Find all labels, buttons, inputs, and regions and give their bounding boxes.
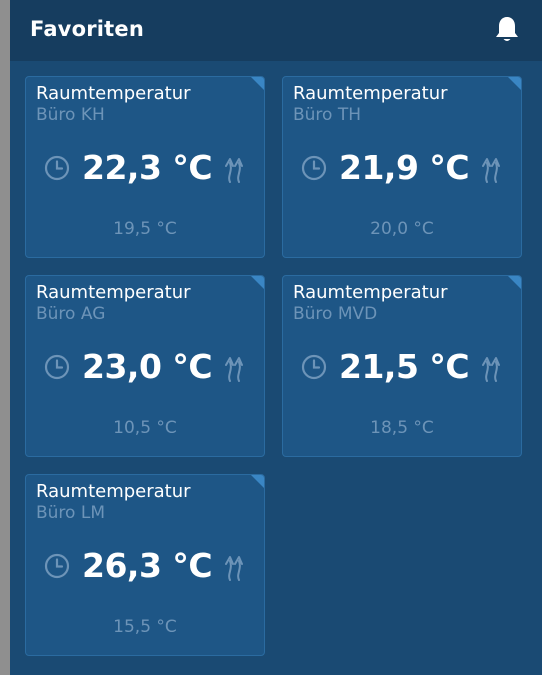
setpoint-temperature: 10,5 °C <box>113 418 177 438</box>
clock-icon <box>301 155 327 181</box>
tile-corner-marker <box>250 475 264 489</box>
tile-corner-marker <box>250 276 264 290</box>
current-temperature: 21,5 °C <box>339 347 470 386</box>
heating-arrows-icon <box>482 357 500 382</box>
favorites-panel: Favoriten Raumtemperatur Büro KH 22,3 °C… <box>10 0 542 675</box>
setpoint-temperature: 19,5 °C <box>113 219 177 239</box>
current-temperature: 26,3 °C <box>82 546 213 585</box>
heating-arrows-icon <box>225 556 243 581</box>
tile-room-name: Büro AG <box>36 304 106 324</box>
setpoint-temperature: 20,0 °C <box>370 219 434 239</box>
clock-icon <box>44 155 70 181</box>
tile-room-name: Büro LM <box>36 503 105 523</box>
current-temperature: 21,9 °C <box>339 148 470 187</box>
setpoint-temperature: 18,5 °C <box>370 418 434 438</box>
tile-room-temperature[interactable]: Raumtemperatur Büro KH 22,3 °C 19,5 °C <box>25 76 265 258</box>
tile-room-name: Büro KH <box>36 105 105 125</box>
bell-icon[interactable] <box>494 15 520 43</box>
current-temperature: 23,0 °C <box>82 347 213 386</box>
tile-room-name: Büro TH <box>293 105 362 125</box>
tile-room-temperature[interactable]: Raumtemperatur Büro MVD 21,5 °C 18,5 °C <box>282 275 522 457</box>
tile-title: Raumtemperatur <box>36 83 191 104</box>
heating-arrows-icon <box>225 158 243 183</box>
heating-arrows-icon <box>225 357 243 382</box>
tile-room-temperature[interactable]: Raumtemperatur Büro TH 21,9 °C 20,0 °C <box>282 76 522 258</box>
header-bar: Favoriten <box>10 0 542 61</box>
heating-arrows-icon <box>482 158 500 183</box>
tile-title: Raumtemperatur <box>293 282 448 303</box>
clock-icon <box>44 354 70 380</box>
current-temperature: 22,3 °C <box>82 148 213 187</box>
tile-corner-marker <box>250 77 264 91</box>
tile-room-name: Büro MVD <box>293 304 378 324</box>
tile-corner-marker <box>507 276 521 290</box>
setpoint-temperature: 15,5 °C <box>113 617 177 637</box>
clock-icon <box>301 354 327 380</box>
tile-title: Raumtemperatur <box>293 83 448 104</box>
tile-room-temperature[interactable]: Raumtemperatur Büro LM 26,3 °C 15,5 °C <box>25 474 265 656</box>
clock-icon <box>44 553 70 579</box>
tile-corner-marker <box>507 77 521 91</box>
tile-title: Raumtemperatur <box>36 481 191 502</box>
tile-room-temperature[interactable]: Raumtemperatur Büro AG 23,0 °C 10,5 °C <box>25 275 265 457</box>
tile-title: Raumtemperatur <box>36 282 191 303</box>
page-title: Favoriten <box>30 17 144 41</box>
